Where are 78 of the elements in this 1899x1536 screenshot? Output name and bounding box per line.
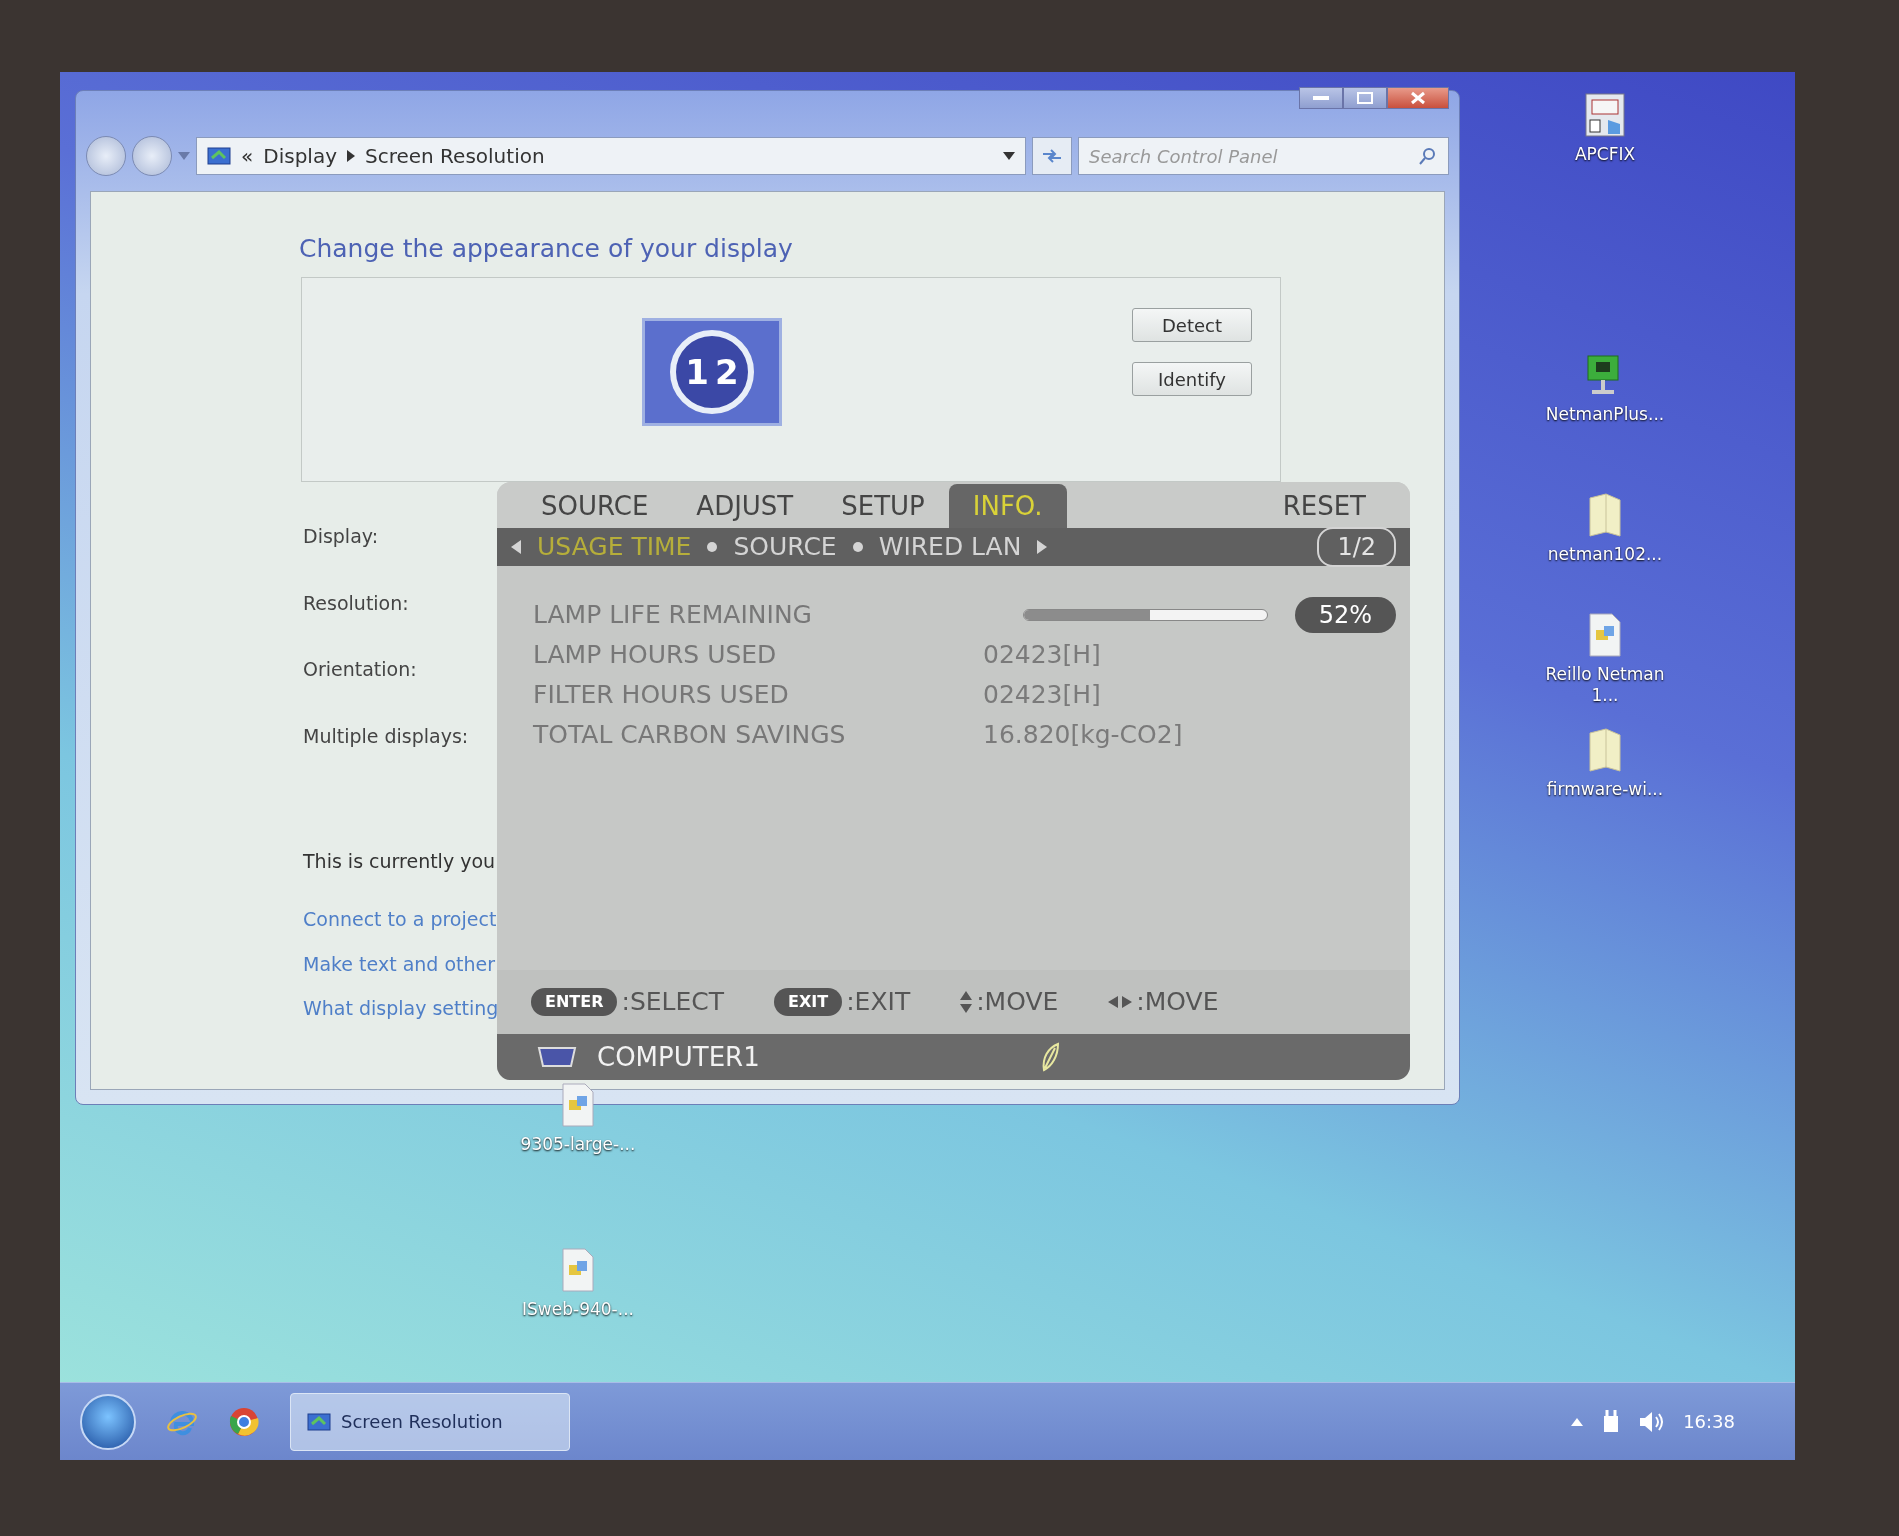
hint-text: :EXIT [846,986,911,1019]
hint-text: :MOVE [1136,986,1219,1019]
back-button[interactable] [86,136,126,176]
info-label: LAMP HOURS USED [533,639,778,672]
menu-tab[interactable]: SOURCE [517,484,673,528]
key-badge: ENTER [531,988,618,1016]
field-label: Display: [303,524,380,549]
separator-dot-icon [707,542,718,552]
app-desktop-icon[interactable] [1582,92,1628,138]
breadcrumb-overflow[interactable]: « [241,141,254,171]
vga-connector-icon [537,1046,577,1068]
taskbar-window-title: Screen Resolution [341,1410,503,1434]
menu-tab[interactable]: RESET [1258,484,1390,528]
desktop-icon-label[interactable]: firmware-wi... [1546,779,1664,801]
page-heading: Change the appearance of your display [299,233,793,265]
menu-tab[interactable]: ADJUST [672,484,818,528]
refresh-button[interactable] [1032,137,1072,175]
desktop-icon-label[interactable]: Reillo Netman 1... [1535,664,1675,707]
breadcrumb-arrow-icon [347,150,355,162]
breadcrumb-item[interactable]: Display [263,141,337,171]
info-label: LAMP LIFE REMAINING [533,599,813,632]
menu-tab[interactable]: INFO. [948,484,1067,528]
desktop-icon-label[interactable]: APCFIX [1574,144,1636,166]
control-panel-icon [207,146,231,166]
left-right-arrows-icon [1108,996,1133,1008]
maximize-button[interactable] [1343,87,1387,109]
help-link[interactable]: What display setting [303,994,499,1023]
submenu-tab[interactable]: WIRED LAN [878,528,1022,566]
info-label: TOTAL CARBON SAVINGS [533,719,847,752]
info-value: 02423[H] [983,639,1101,672]
close-button[interactable] [1387,87,1449,109]
start-button[interactable] [80,1393,136,1450]
hint-text: :MOVE [976,986,1059,1019]
help-link[interactable]: Make text and other [303,949,499,978]
volume-icon[interactable] [1639,1410,1666,1433]
forward-button[interactable] [132,136,172,176]
field-label: Orientation: [303,657,418,682]
identify-button[interactable]: Identify [1132,362,1252,396]
submenu-tab[interactable]: SOURCE [733,528,837,566]
detect-button[interactable]: Detect [1132,308,1252,342]
info-label: FILTER HOURS USED [533,679,790,712]
maximize-icon [1357,92,1373,104]
source-name: COMPUTER1 [597,1040,760,1074]
monitor-picture[interactable]: 1 2 [642,318,782,426]
minimize-button[interactable] [1299,87,1343,109]
info-text: This is currently you [303,849,496,874]
monitor-number: 1 [685,350,709,394]
submenu-tab[interactable]: USAGE TIME [537,528,692,566]
hint-text: :SELECT [621,986,725,1019]
show-hidden-icons-icon[interactable] [1571,1417,1584,1426]
desktop-icon-label[interactable]: NetmanPlus... [1545,404,1665,426]
close-icon [1410,91,1426,105]
left-arrow-icon [511,540,521,554]
address-bar[interactable]: « Display Screen Resolution [196,137,1026,175]
up-down-arrows-icon [960,991,973,1013]
control-panel-icon [307,1411,331,1432]
separator-dot-icon [852,542,863,552]
menu-tab[interactable]: SETUP [817,484,949,528]
taskbar-window-button[interactable]: Screen Resolution [290,1392,570,1451]
minimize-icon [1312,95,1330,101]
percent-badge: 52% [1294,597,1396,633]
key-badge: EXIT [774,988,843,1016]
right-arrow-icon [1037,540,1048,554]
refresh-arrows-icon [1041,148,1063,164]
help-link[interactable]: Connect to a project [303,905,499,934]
monitor-number: 2 [715,350,739,394]
browser-circle-icon[interactable] [228,1405,260,1438]
dropdown-caret-icon[interactable] [1003,152,1015,160]
field-label: Multiple displays: [303,723,469,749]
desktop-icon-label[interactable]: netman102... [1547,544,1663,566]
search-icon [1419,147,1437,165]
info-value: 16.820[kg-CO2] [983,719,1183,752]
breadcrumb-item[interactable]: Screen Resolution [365,141,545,171]
page-indicator: 1/2 [1317,527,1396,567]
info-value: 02423[H] [983,679,1101,712]
search-field[interactable]: Search Control Panel [1078,137,1449,175]
clock[interactable]: 16:38 [1683,1408,1735,1435]
field-label: Resolution: [303,590,410,616]
